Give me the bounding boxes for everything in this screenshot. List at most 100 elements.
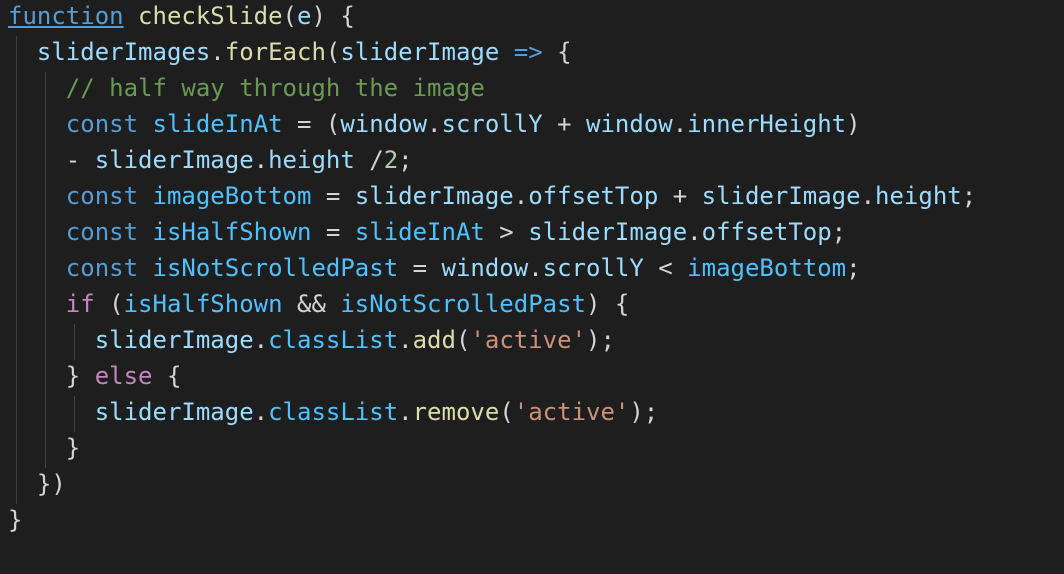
code-token: classList bbox=[268, 326, 399, 354]
code-token: { bbox=[542, 38, 572, 66]
code-line[interactable]: const isNotScrolledPast = window.scrollY… bbox=[8, 250, 861, 286]
code-token: sliderImage bbox=[528, 218, 688, 246]
code-token: 2 bbox=[383, 146, 399, 174]
code-token: imageBottom bbox=[687, 254, 847, 282]
code-token: < bbox=[643, 254, 688, 282]
code-token: innerHeight bbox=[687, 110, 847, 138]
code-token: ; bbox=[831, 218, 847, 246]
code-token: } bbox=[8, 506, 23, 534]
code-token: && bbox=[282, 290, 341, 318]
code-line[interactable]: const isHalfShown = slideInAt > sliderIm… bbox=[8, 214, 846, 250]
code-token: const bbox=[65, 218, 139, 246]
code-token: slideInAt bbox=[152, 110, 283, 138]
code-token: + bbox=[542, 110, 587, 138]
code-token: height bbox=[268, 146, 355, 174]
code-token: scrollY bbox=[542, 254, 644, 282]
code-line[interactable]: // half way through the image bbox=[8, 70, 485, 106]
code-token: = bbox=[311, 182, 355, 210]
code-token: checkSlide bbox=[138, 2, 283, 30]
code-token: // half way through the image bbox=[65, 74, 485, 102]
code-token: . bbox=[253, 326, 269, 354]
code-token: + bbox=[658, 182, 702, 210]
code-line[interactable]: if (isHalfShown && isNotScrolledPast) { bbox=[8, 286, 630, 322]
code-token: > bbox=[484, 218, 529, 246]
code-token: window bbox=[340, 110, 428, 138]
code-token: sliderImage bbox=[94, 146, 254, 174]
code-token: add bbox=[412, 326, 456, 354]
code-token: } bbox=[65, 434, 81, 462]
code-token: - bbox=[65, 146, 95, 174]
code-line[interactable]: - sliderImage.height /2; bbox=[8, 142, 413, 178]
code-token: sliderImages bbox=[36, 38, 211, 66]
code-token: ; bbox=[846, 254, 861, 282]
code-token: . bbox=[210, 38, 225, 66]
code-token: => bbox=[513, 38, 543, 66]
code-token: offsetTop bbox=[701, 218, 832, 246]
code-token: window bbox=[441, 254, 529, 282]
code-line[interactable]: sliderImage.classList.remove('active'); bbox=[8, 394, 659, 430]
code-editor[interactable]: function checkSlide(e) { sliderImages.fo… bbox=[0, 0, 1064, 574]
code-token: ( bbox=[325, 38, 341, 66]
code-token: e bbox=[297, 2, 312, 30]
code-token: slideInAt bbox=[354, 218, 485, 246]
code-token: isHalfShown bbox=[123, 290, 283, 318]
code-token: / bbox=[354, 146, 384, 174]
code-line[interactable]: } bbox=[8, 502, 22, 538]
code-token: . bbox=[398, 398, 413, 426]
code-line[interactable]: sliderImages.forEach(sliderImage => { bbox=[8, 34, 572, 70]
code-line[interactable]: } bbox=[8, 430, 80, 466]
code-token: ( bbox=[499, 398, 514, 426]
code-token: ; bbox=[961, 182, 977, 210]
code-token: ); bbox=[629, 398, 659, 426]
code-line[interactable]: }) bbox=[8, 466, 66, 502]
code-token: . bbox=[253, 146, 269, 174]
code-token: height bbox=[875, 182, 962, 210]
code-token: if bbox=[65, 290, 95, 318]
code-token: sliderImage bbox=[94, 326, 254, 354]
code-token: isHalfShown bbox=[152, 218, 312, 246]
code-line[interactable]: const slideInAt = (window.scrollY + wind… bbox=[8, 106, 861, 142]
code-line[interactable]: sliderImage.classList.add('active'); bbox=[8, 322, 615, 358]
code-token: ( bbox=[282, 2, 297, 30]
code-token: isNotScrolledPast bbox=[152, 254, 399, 282]
code-line[interactable]: const imageBottom = sliderImage.offsetTo… bbox=[8, 178, 976, 214]
code-token: offsetTop bbox=[528, 182, 659, 210]
code-token: else bbox=[94, 362, 153, 390]
code-token: . bbox=[528, 254, 543, 282]
code-token: imageBottom bbox=[152, 182, 312, 210]
code-token: sliderImage bbox=[701, 182, 861, 210]
code-token: isNotScrolledPast bbox=[340, 290, 586, 318]
code-line[interactable]: } else { bbox=[8, 358, 182, 394]
code-token: . bbox=[687, 218, 702, 246]
code-token: = bbox=[398, 254, 442, 282]
code-token: sliderImage bbox=[340, 38, 500, 66]
code-token: forEach bbox=[224, 38, 326, 66]
code-token: . bbox=[427, 110, 442, 138]
code-token: const bbox=[65, 182, 139, 210]
code-token: = bbox=[311, 218, 355, 246]
code-token: ; bbox=[398, 146, 413, 174]
code-token: . bbox=[513, 182, 529, 210]
code-token: 'active' bbox=[470, 326, 587, 354]
code-token: ) { bbox=[311, 2, 355, 30]
code-line[interactable]: function checkSlide(e) { bbox=[8, 0, 355, 34]
code-token: 'active' bbox=[513, 398, 630, 426]
code-token: { bbox=[152, 362, 182, 390]
code-token: = ( bbox=[282, 110, 341, 138]
